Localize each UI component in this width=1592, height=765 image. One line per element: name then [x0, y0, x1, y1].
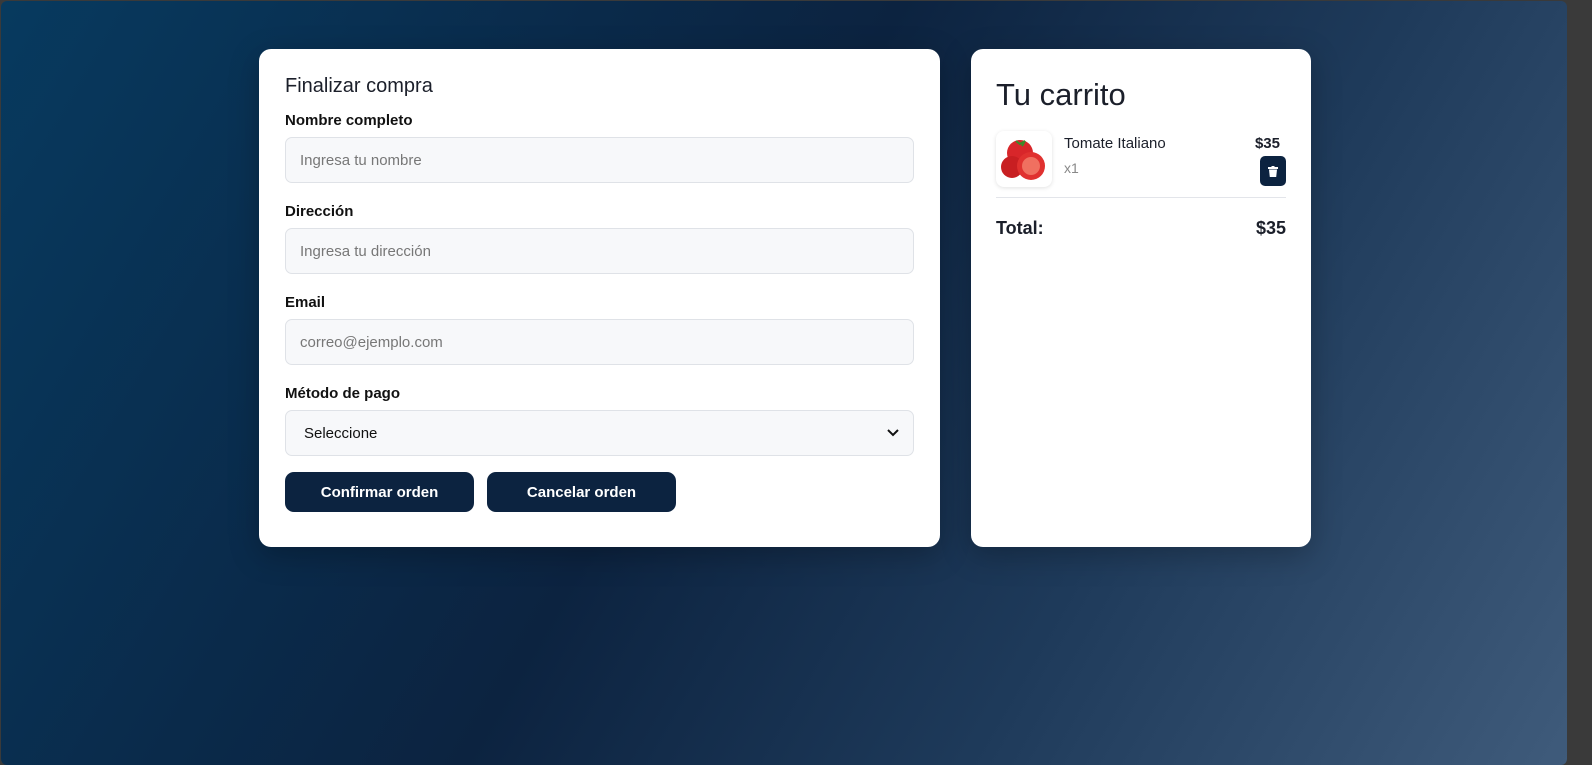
- payment-label: Método de pago: [285, 385, 400, 402]
- confirm-order-button[interactable]: Confirmar orden: [285, 472, 474, 512]
- remove-item-button[interactable]: [1260, 156, 1286, 186]
- address-label: Dirección: [285, 203, 354, 220]
- cart-title: Tu carrito: [996, 77, 1126, 112]
- trash-icon: [1268, 165, 1278, 177]
- cancel-order-button[interactable]: Cancelar orden: [487, 472, 676, 512]
- total-label: Total:: [996, 218, 1044, 238]
- payment-select[interactable]: Seleccione: [285, 410, 914, 456]
- name-label: Nombre completo: [285, 112, 413, 129]
- tomato-image: [996, 131, 1052, 187]
- name-input[interactable]: Ingresa tu nombre: [285, 137, 914, 183]
- address-input[interactable]: Ingresa tu dirección: [285, 228, 914, 274]
- payment-selected: Seleccione: [304, 424, 378, 442]
- checkout-title: Finalizar compra: [285, 75, 433, 97]
- item-price: $35: [1254, 135, 1280, 152]
- cart-panel: Tu carrito Tomate Italiano x1 $35 Total:…: [971, 49, 1311, 547]
- cart-total: Total: $35: [996, 218, 1286, 239]
- item-qty: x1: [1064, 160, 1079, 176]
- email-label: Email: [285, 294, 326, 311]
- total-value: $35: [1255, 218, 1286, 238]
- checkout-form: Finalizar compra Nombre completo Ingresa…: [259, 49, 940, 547]
- cart-item: Tomate Italiano x1 $35: [996, 131, 1286, 198]
- item-name: Tomate Italiano: [1064, 135, 1166, 152]
- chevron-down-icon: [887, 429, 899, 437]
- email-input[interactable]: correo@ejemplo.com: [285, 319, 914, 365]
